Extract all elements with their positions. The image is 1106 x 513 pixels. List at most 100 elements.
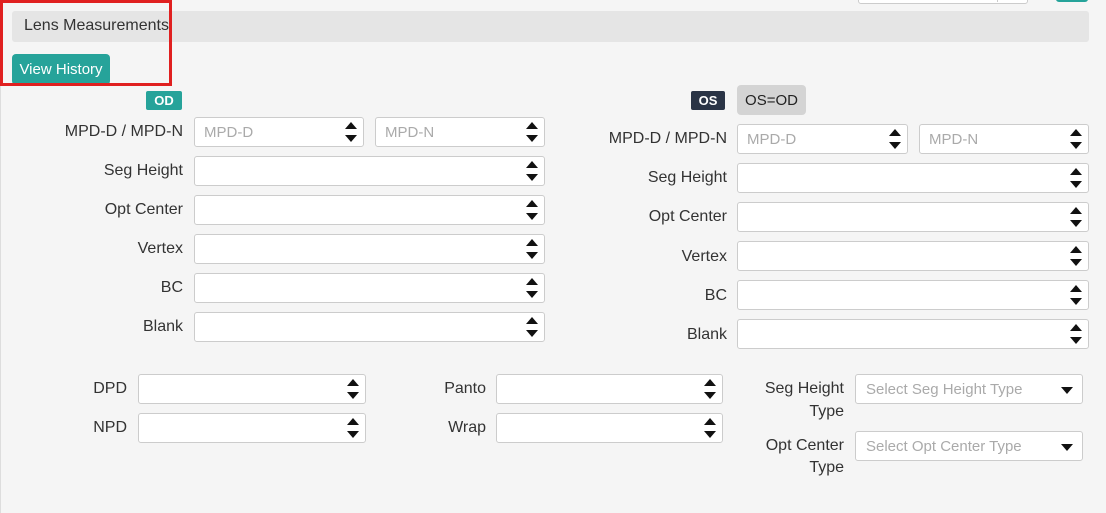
spin-down-icon[interactable] bbox=[1064, 334, 1088, 348]
opt-center-type-select[interactable]: Select Opt Center Type bbox=[855, 431, 1083, 461]
od-bc-field bbox=[194, 273, 545, 303]
spin-up-icon[interactable] bbox=[1064, 164, 1088, 178]
os-opt-center-spinner[interactable] bbox=[1064, 203, 1088, 231]
panel-header bbox=[12, 11, 1089, 42]
top-search-input[interactable] bbox=[858, 0, 1028, 4]
spin-down-icon[interactable] bbox=[520, 132, 544, 146]
spin-up-icon[interactable] bbox=[698, 375, 722, 389]
od-mpd-d-spinner[interactable] bbox=[339, 118, 363, 146]
panto-input[interactable] bbox=[497, 375, 696, 403]
od-badge: OD bbox=[146, 91, 182, 110]
spin-up-icon[interactable] bbox=[520, 196, 544, 210]
os-bc-field bbox=[737, 280, 1089, 310]
os-seg-height-spinner[interactable] bbox=[1064, 164, 1088, 192]
od-blank-field bbox=[194, 312, 545, 342]
spin-down-icon[interactable] bbox=[698, 428, 722, 442]
od-mpd-n-spinner[interactable] bbox=[520, 118, 544, 146]
os-seg-height-input[interactable] bbox=[738, 164, 1062, 192]
od-seg-height-spinner[interactable] bbox=[520, 157, 544, 185]
spin-up-icon[interactable] bbox=[698, 414, 722, 428]
spin-up-icon[interactable] bbox=[341, 375, 365, 389]
spin-down-icon[interactable] bbox=[520, 171, 544, 185]
os-mpd-n-input[interactable] bbox=[920, 125, 1062, 153]
spin-down-icon[interactable] bbox=[520, 288, 544, 302]
dpd-spinner[interactable] bbox=[341, 375, 365, 403]
os-mpd-n-spinner[interactable] bbox=[1064, 125, 1088, 153]
spin-down-icon[interactable] bbox=[341, 389, 365, 403]
spin-down-icon[interactable] bbox=[883, 139, 907, 153]
od-blank-input[interactable] bbox=[195, 313, 518, 341]
od-vertex-spinner[interactable] bbox=[520, 235, 544, 263]
os-seg-height-field bbox=[737, 163, 1089, 193]
spin-up-icon[interactable] bbox=[520, 235, 544, 249]
os-equals-od-button[interactable]: OS=OD bbox=[737, 85, 806, 115]
spin-down-icon[interactable] bbox=[520, 210, 544, 224]
spin-up-icon[interactable] bbox=[339, 118, 363, 132]
os-opt-center-label: Opt Center bbox=[648, 208, 727, 225]
spin-down-icon[interactable] bbox=[1064, 139, 1088, 153]
os-bc-input[interactable] bbox=[738, 281, 1062, 309]
npd-spinner[interactable] bbox=[341, 414, 365, 442]
od-mpd-n-input[interactable] bbox=[376, 118, 518, 146]
od-seg-height-field bbox=[194, 156, 545, 186]
spin-up-icon[interactable] bbox=[1064, 203, 1088, 217]
spin-up-icon[interactable] bbox=[520, 274, 544, 288]
os-opt-center-input[interactable] bbox=[738, 203, 1062, 231]
dpd-input[interactable] bbox=[139, 375, 339, 403]
os-vertex-input[interactable] bbox=[738, 242, 1062, 270]
spin-up-icon[interactable] bbox=[1064, 242, 1088, 256]
seg-height-type-label-line2: Type bbox=[809, 403, 844, 420]
od-opt-center-spinner[interactable] bbox=[520, 196, 544, 224]
os-blank-input[interactable] bbox=[738, 320, 1062, 348]
os-mpd-d-field bbox=[737, 124, 908, 154]
spin-down-icon[interactable] bbox=[1064, 295, 1088, 309]
wrap-field bbox=[496, 413, 723, 443]
os-bc-spinner[interactable] bbox=[1064, 281, 1088, 309]
spin-down-icon[interactable] bbox=[520, 327, 544, 341]
spin-up-icon[interactable] bbox=[1064, 125, 1088, 139]
od-blank-spinner[interactable] bbox=[520, 313, 544, 341]
os-blank-spinner[interactable] bbox=[1064, 320, 1088, 348]
spin-down-icon[interactable] bbox=[698, 389, 722, 403]
od-mpd-label: MPD-D / MPD-N bbox=[64, 123, 183, 140]
npd-field bbox=[138, 413, 366, 443]
spin-up-icon[interactable] bbox=[883, 125, 907, 139]
os-seg-height-label: Seg Height bbox=[647, 169, 727, 186]
spin-down-icon[interactable] bbox=[1064, 217, 1088, 231]
opt-center-type-label-line1: Opt Center bbox=[765, 437, 844, 454]
spin-down-icon[interactable] bbox=[341, 428, 365, 442]
panto-field bbox=[496, 374, 723, 404]
npd-input[interactable] bbox=[139, 414, 339, 442]
od-opt-center-input[interactable] bbox=[195, 196, 518, 224]
od-vertex-field bbox=[194, 234, 545, 264]
panto-spinner[interactable] bbox=[698, 375, 722, 403]
wrap-label: Wrap bbox=[448, 419, 486, 436]
od-bc-input[interactable] bbox=[195, 274, 518, 302]
spin-up-icon[interactable] bbox=[520, 118, 544, 132]
od-bc-label: BC bbox=[160, 279, 183, 296]
os-mpd-d-spinner[interactable] bbox=[883, 125, 907, 153]
spin-down-icon[interactable] bbox=[1064, 178, 1088, 192]
os-mpd-d-input[interactable] bbox=[738, 125, 881, 153]
spin-up-icon[interactable] bbox=[520, 157, 544, 171]
spin-down-icon[interactable] bbox=[1064, 256, 1088, 270]
os-badge: OS bbox=[691, 91, 725, 110]
os-blank-label: Blank bbox=[686, 326, 727, 343]
spin-down-icon[interactable] bbox=[339, 132, 363, 146]
os-vertex-spinner[interactable] bbox=[1064, 242, 1088, 270]
od-vertex-input[interactable] bbox=[195, 235, 518, 263]
od-mpd-d-input[interactable] bbox=[195, 118, 337, 146]
os-vertex-label: Vertex bbox=[681, 248, 727, 265]
top-action-button[interactable] bbox=[1056, 0, 1088, 2]
od-seg-height-input[interactable] bbox=[195, 157, 518, 185]
os-bc-label: BC bbox=[704, 287, 727, 304]
seg-height-type-select[interactable]: Select Seg Height Type bbox=[855, 374, 1083, 404]
spin-up-icon[interactable] bbox=[341, 414, 365, 428]
wrap-spinner[interactable] bbox=[698, 414, 722, 442]
spin-up-icon[interactable] bbox=[520, 313, 544, 327]
od-bc-spinner[interactable] bbox=[520, 274, 544, 302]
spin-up-icon[interactable] bbox=[1064, 320, 1088, 334]
spin-down-icon[interactable] bbox=[520, 249, 544, 263]
spin-up-icon[interactable] bbox=[1064, 281, 1088, 295]
wrap-input[interactable] bbox=[497, 414, 696, 442]
